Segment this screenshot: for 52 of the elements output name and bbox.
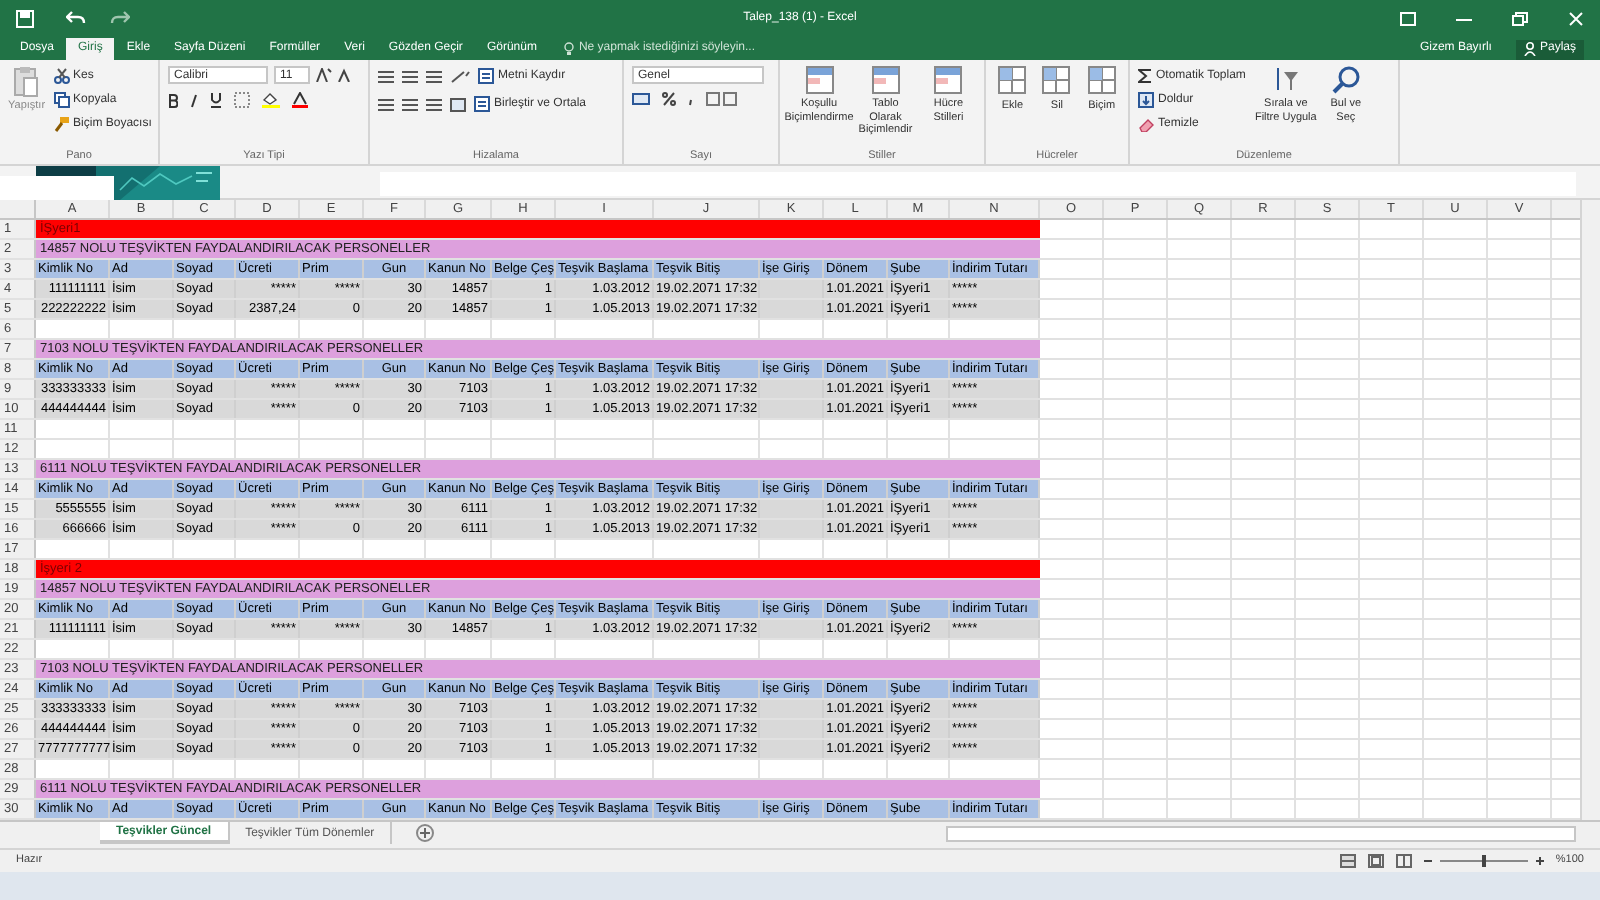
search-icon	[1331, 66, 1360, 94]
middle-align-icon	[402, 69, 418, 83]
scissors-icon	[53, 68, 70, 84]
eraser-icon	[1138, 117, 1154, 131]
cells-icon	[998, 66, 1027, 94]
fill-color-icon	[262, 92, 280, 108]
underline-icon	[210, 92, 222, 108]
bottom-align-icon	[426, 69, 442, 83]
horizontal-scrollbar[interactable]	[946, 826, 1576, 842]
formula-bar[interactable]	[380, 172, 1576, 196]
indent-icon	[450, 97, 466, 111]
bold-icon	[168, 93, 178, 107]
center-icon	[402, 97, 418, 111]
increase-font-size-icon	[316, 68, 332, 82]
wrap-text-icon	[478, 68, 494, 84]
table-style-icon	[805, 66, 833, 94]
save-icon	[16, 9, 34, 27]
copy-icon	[53, 92, 70, 108]
borders-icon	[234, 92, 250, 108]
cells-icon	[1087, 66, 1116, 94]
percent-icon	[662, 92, 676, 106]
merge-icon	[474, 96, 490, 112]
decimal-icon	[706, 92, 738, 106]
clipboard-icon	[14, 66, 39, 98]
align-right-icon	[426, 97, 442, 111]
lightbulb-icon	[564, 42, 575, 56]
decrease-font-size-icon	[338, 68, 354, 82]
top-align-icon	[378, 69, 394, 83]
redo-icon	[110, 10, 130, 26]
currency-icon	[632, 92, 650, 106]
page-layout-icon	[1367, 854, 1384, 868]
cells-icon	[1042, 66, 1071, 94]
new-sheet-button[interactable]	[416, 824, 435, 842]
sigma-icon	[1138, 68, 1152, 84]
close-icon	[1568, 11, 1584, 25]
table-style-icon	[934, 66, 963, 94]
table-style-icon	[871, 66, 900, 94]
undo-icon	[66, 10, 86, 26]
sort-filter-icon	[1271, 66, 1300, 94]
align-left-icon	[378, 97, 394, 111]
orientation-icon	[450, 69, 470, 83]
vertical-scrollbar[interactable]	[1580, 200, 1600, 820]
zoom-slider-icon	[1423, 854, 1544, 868]
font-color-icon	[292, 92, 308, 108]
page-break-icon	[1395, 854, 1412, 868]
paintbrush-icon	[53, 116, 70, 132]
person-icon	[1523, 42, 1536, 56]
display-options-icon	[1400, 11, 1416, 25]
plus-icon	[420, 828, 431, 838]
italic-icon	[190, 93, 198, 107]
restore-icon	[1512, 11, 1528, 25]
fill-down-icon	[1138, 92, 1154, 108]
